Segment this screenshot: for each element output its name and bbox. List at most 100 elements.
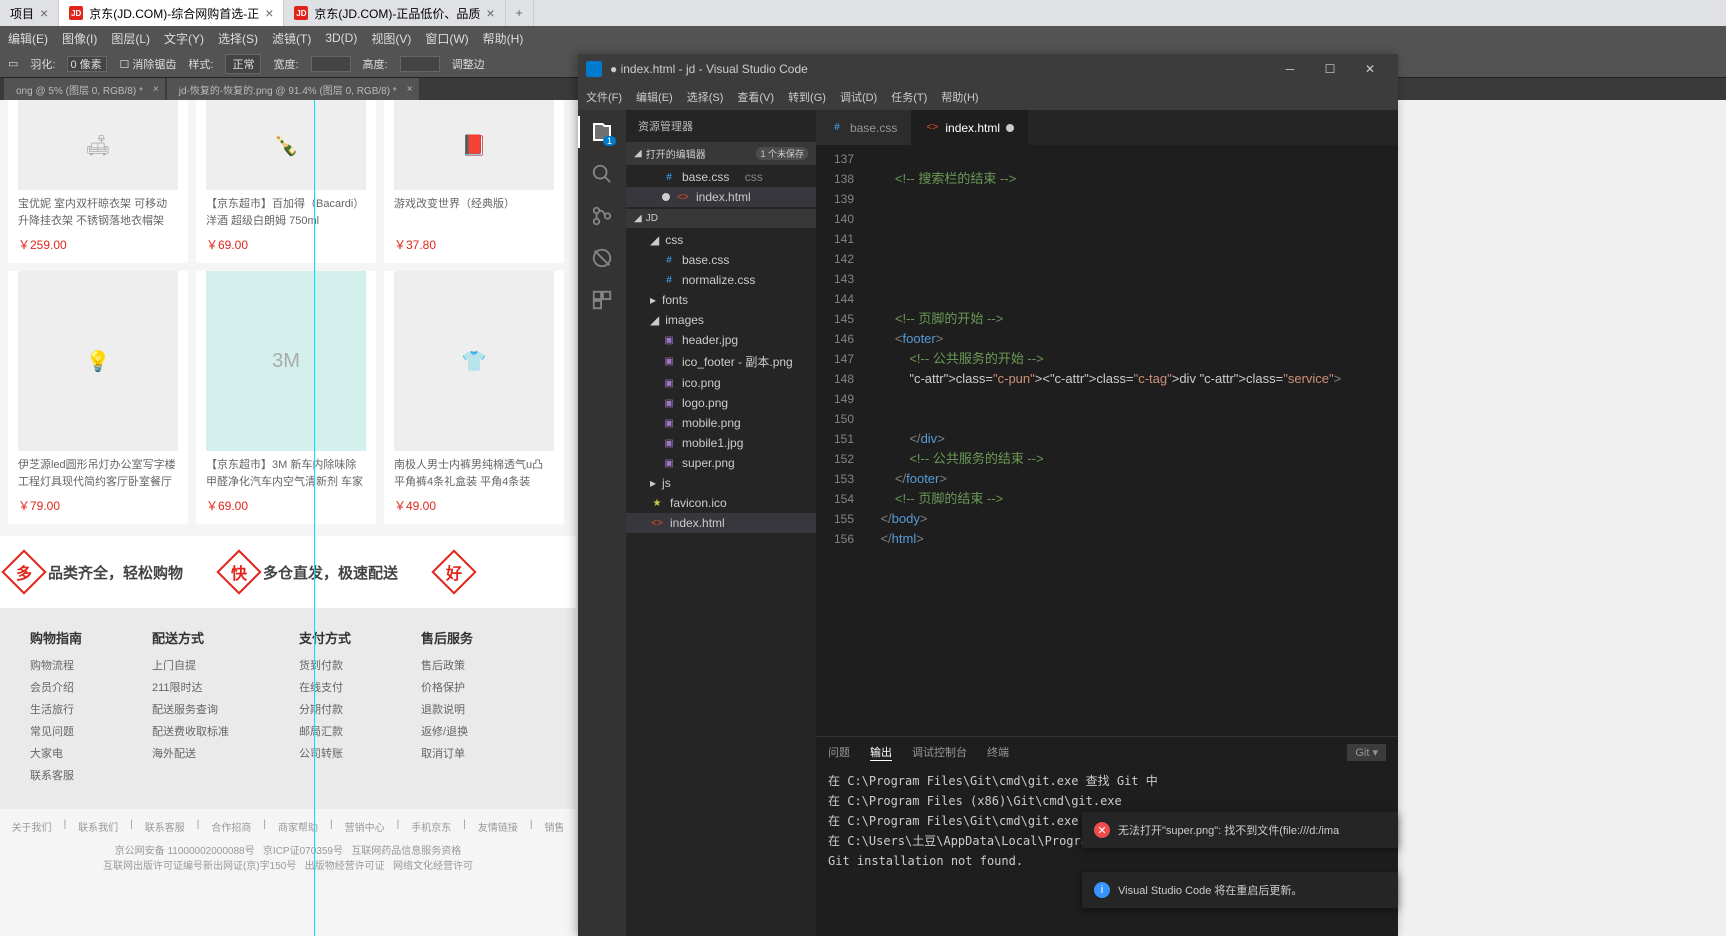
new-tab-button[interactable]: + xyxy=(506,0,534,26)
style-select[interactable]: 正常 xyxy=(225,54,261,74)
menu-item[interactable]: 3D(D) xyxy=(325,31,357,45)
footer-link[interactable]: 售后政策 xyxy=(421,657,473,673)
extensions-icon[interactable] xyxy=(590,288,614,312)
browser-tab[interactable]: JD 京东(JD.COM)-正品低价、品质 × xyxy=(284,0,505,26)
menu-item[interactable]: 图像(I) xyxy=(62,30,97,47)
footer-link[interactable]: 生活旅行 xyxy=(30,701,82,717)
tree-file[interactable]: #base.css xyxy=(626,250,816,270)
footer-link[interactable]: 211限时达 xyxy=(152,679,229,695)
vscode-titlebar[interactable]: ● index.html - jd - Visual Studio Code ─… xyxy=(578,54,1398,84)
editor-tab[interactable]: <>index.html xyxy=(911,110,1028,145)
product-card[interactable]: 💡 伊芝源led圆形吊灯办公室写字楼工程灯具现代简约客厅卧室餐厅书房咖啡 ￥79… xyxy=(8,271,188,524)
width-input[interactable] xyxy=(311,56,351,72)
menu-item[interactable]: 选择(S) xyxy=(218,30,258,47)
tree-file[interactable]: ▣logo.png xyxy=(626,393,816,413)
footer-link[interactable]: 购物流程 xyxy=(30,657,82,673)
footer-link[interactable]: 退款说明 xyxy=(421,701,473,717)
search-icon[interactable] xyxy=(590,162,614,186)
close-icon[interactable]: × xyxy=(40,5,48,21)
open-editor-item[interactable]: <>index.html xyxy=(626,187,816,207)
menu-item[interactable]: 任务(T) xyxy=(891,89,927,105)
menu-item[interactable]: 编辑(E) xyxy=(636,89,673,105)
tree-file[interactable]: ▣mobile.png xyxy=(626,413,816,433)
footer-link[interactable]: 常见问题 xyxy=(30,723,82,739)
close-icon[interactable]: × xyxy=(486,5,494,21)
product-card[interactable]: 3M 【京东超市】3M 新车内除味除甲醛净化汽车内空气清新剂 车家两用升级 ￥6… xyxy=(196,271,376,524)
editor-tab[interactable]: #base.css xyxy=(816,110,911,145)
footer-link[interactable]: 货到付款 xyxy=(299,657,351,673)
panel-tab[interactable]: 调试控制台 xyxy=(912,744,967,760)
tree-file[interactable]: ▣mobile1.jpg xyxy=(626,433,816,453)
footer-link[interactable]: 上门自提 xyxy=(152,657,229,673)
footer-link[interactable]: 大家电 xyxy=(30,745,82,761)
menu-item[interactable]: 视图(V) xyxy=(371,30,411,47)
footer-link[interactable]: 邮局汇款 xyxy=(299,723,351,739)
adjust-button[interactable]: 调整边 xyxy=(452,56,485,72)
tree-file[interactable]: #normalize.css xyxy=(626,270,816,290)
footer-link[interactable]: 友情链接 xyxy=(478,819,518,834)
product-card[interactable]: 📕 游戏改变世界（经典版） ￥37.80 xyxy=(384,100,564,263)
browser-tab[interactable]: JD 京东(JD.COM)-综合网购首选-正 × xyxy=(59,0,284,26)
footer-link[interactable]: 会员介绍 xyxy=(30,679,82,695)
product-card[interactable]: 🛋 宝优妮 室内双杆晾衣架 可移动升降挂衣架 不锈钢落地衣帽架 多功能鞋帽架 ￥… xyxy=(8,100,188,263)
footer-link[interactable]: 分期付款 xyxy=(299,701,351,717)
menu-item[interactable]: 查看(V) xyxy=(737,89,774,105)
open-editors-header[interactable]: ◢打开的编辑器 1 个未保存 xyxy=(626,142,816,165)
menu-item[interactable]: 文件(F) xyxy=(586,89,622,105)
menu-item[interactable]: 转到(G) xyxy=(788,89,826,105)
footer-link[interactable]: 手机京东 xyxy=(411,819,451,834)
close-button[interactable]: ✕ xyxy=(1350,62,1390,76)
menu-item[interactable]: 窗口(W) xyxy=(425,30,468,47)
code-editor[interactable]: 1371381391401411421431441451461471481491… xyxy=(816,145,1398,736)
explorer-icon[interactable]: 1 xyxy=(590,120,614,144)
menu-item[interactable]: 帮助(H) xyxy=(483,30,524,47)
browser-tab[interactable]: 项目 × xyxy=(0,0,59,26)
footer-link[interactable]: 返修/退换 xyxy=(421,723,473,739)
menu-item[interactable]: 调试(D) xyxy=(840,89,877,105)
tree-folder[interactable]: ◢images xyxy=(626,310,816,330)
panel-tab[interactable]: 输出 xyxy=(870,744,892,761)
tree-file[interactable]: ▣ico_footer - 副本.png xyxy=(626,350,816,373)
marquee-icon[interactable]: ▭ xyxy=(8,57,18,70)
close-icon[interactable]: × xyxy=(265,5,273,21)
panel-tab[interactable]: 问题 xyxy=(828,744,850,760)
footer-link[interactable]: 联系客服 xyxy=(145,819,185,834)
footer-link[interactable]: 联系客服 xyxy=(30,767,82,783)
menu-item[interactable]: 选择(S) xyxy=(687,89,724,105)
output-channel-select[interactable]: Git ▾ xyxy=(1347,744,1386,761)
footer-link[interactable]: 合作招商 xyxy=(211,819,251,834)
footer-link[interactable]: 公司转账 xyxy=(299,745,351,761)
menu-item[interactable]: 文字(Y) xyxy=(164,30,204,47)
tree-file[interactable]: ▣header.jpg xyxy=(626,330,816,350)
notification-error[interactable]: ✕ 无法打开"super.png": 找不到文件(file:///d:/ima xyxy=(1082,812,1398,848)
footer-link[interactable]: 取消订单 xyxy=(421,745,473,761)
feather-input[interactable] xyxy=(67,56,107,72)
menu-item[interactable]: 图层(L) xyxy=(111,30,150,47)
footer-link[interactable]: 联系我们 xyxy=(78,819,118,834)
source-control-icon[interactable] xyxy=(590,204,614,228)
minimize-button[interactable]: ─ xyxy=(1270,62,1310,76)
debug-icon[interactable] xyxy=(590,246,614,270)
product-card[interactable]: 🍾 【京东超市】百加得（Bacardi）洋酒 超级白朗姆 750ml ￥69.0… xyxy=(196,100,376,263)
doc-tab[interactable]: ong @ 5% (图层 0, RGB/8) * × xyxy=(4,78,165,101)
tree-folder[interactable]: ◢css xyxy=(626,230,816,250)
doc-tab[interactable]: jd-恢复的-恢复的.png @ 91.4% (图层 0, RGB/8) * × xyxy=(167,78,419,101)
footer-link[interactable]: 配送费收取标准 xyxy=(152,723,229,739)
height-input[interactable] xyxy=(400,56,440,72)
menu-item[interactable]: 编辑(E) xyxy=(8,30,48,47)
project-header[interactable]: ◢JD xyxy=(626,209,816,228)
output-content[interactable]: 在 C:\Program Files\Git\cmd\git.exe 查找 Gi… xyxy=(816,767,1398,936)
footer-link[interactable]: 海外配送 xyxy=(152,745,229,761)
tree-folder[interactable]: ▸fonts xyxy=(626,290,816,310)
open-editor-item[interactable]: #base.css css xyxy=(626,167,816,187)
footer-link[interactable]: 商家帮助 xyxy=(278,819,318,834)
footer-link[interactable]: 在线支付 xyxy=(299,679,351,695)
footer-link[interactable]: 价格保护 xyxy=(421,679,473,695)
footer-link[interactable]: 配送服务查询 xyxy=(152,701,229,717)
menu-item[interactable]: 帮助(H) xyxy=(941,89,978,105)
footer-link[interactable]: 营销中心 xyxy=(345,819,385,834)
footer-link[interactable]: 销售 xyxy=(544,819,564,834)
antialias-checkbox[interactable]: ☐ 消除锯齿 xyxy=(119,56,176,72)
notification-info[interactable]: i Visual Studio Code 将在重启后更新。 xyxy=(1082,872,1398,908)
tree-file[interactable]: ▣super.png xyxy=(626,453,816,473)
